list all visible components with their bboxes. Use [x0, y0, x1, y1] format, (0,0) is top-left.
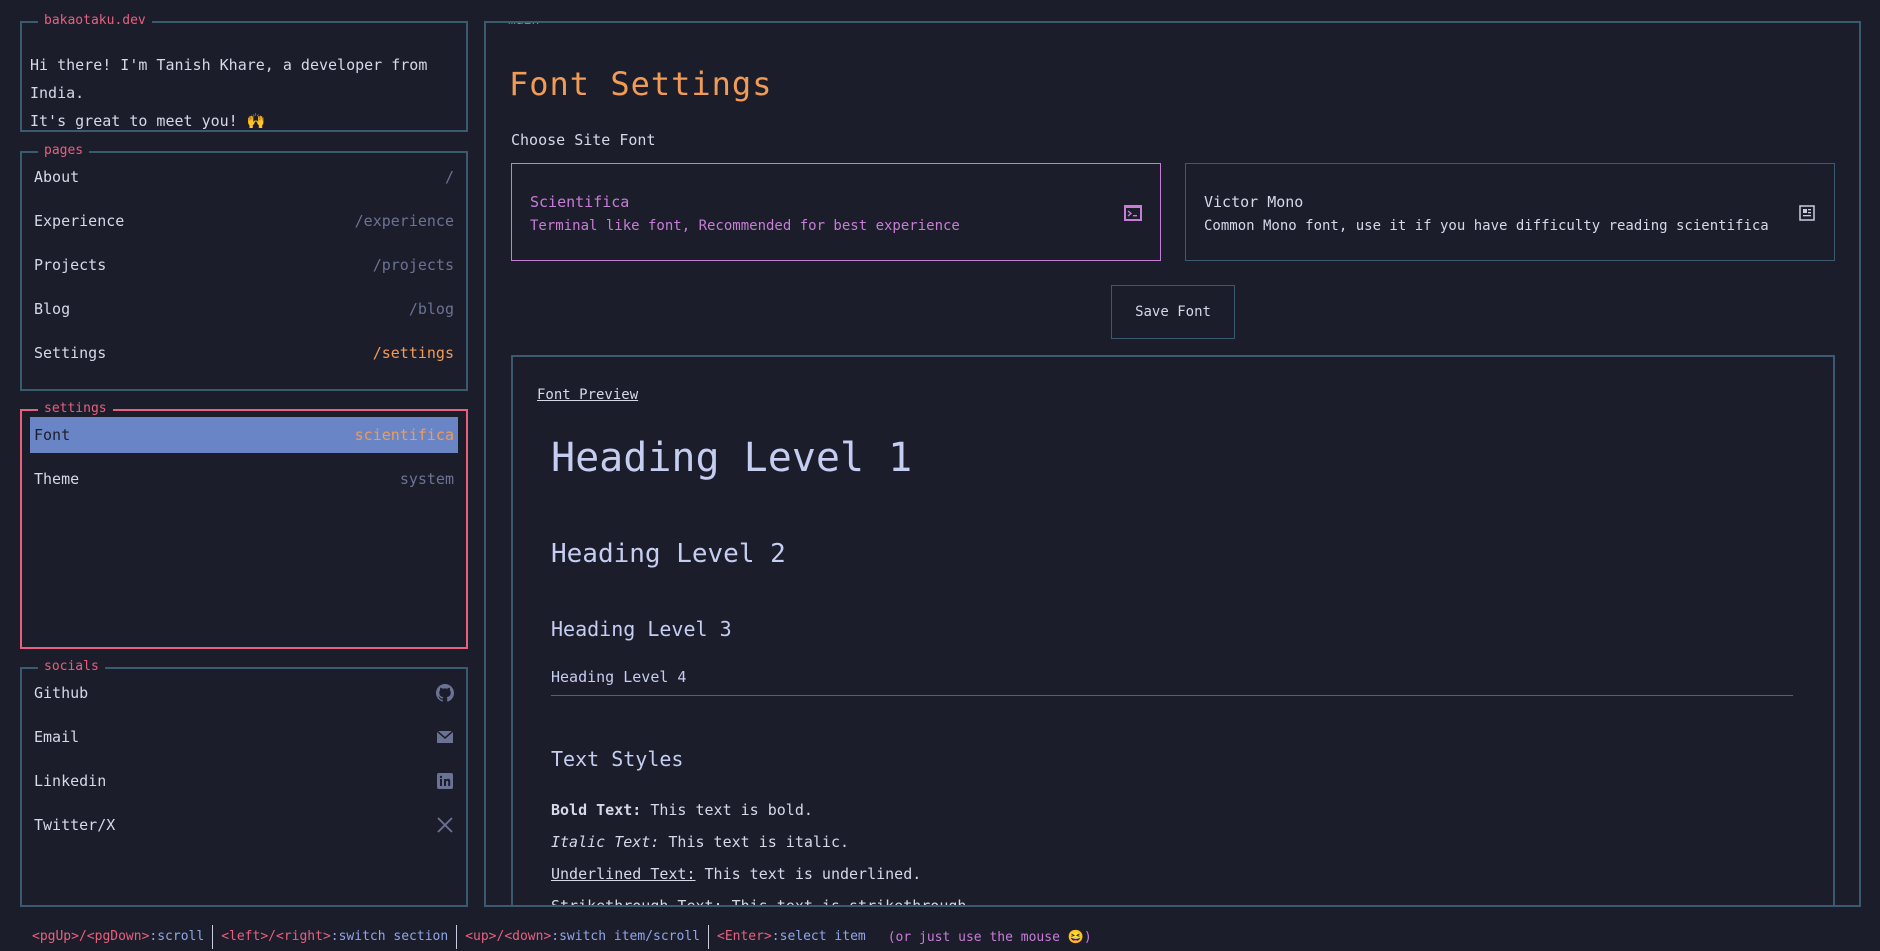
hint-desc: :select item — [771, 929, 866, 944]
socials-panel-title: socials — [38, 659, 105, 675]
settings-panel-title: settings — [38, 401, 113, 417]
mouse-hint-note: (or just use the mouse 😆) — [887, 929, 1092, 945]
font-option-scientifica[interactable]: Scientifica Terminal like font, Recommen… — [511, 163, 1161, 261]
page-item-experience[interactable]: Experience /experience — [30, 203, 458, 239]
preview-italic-value: This text is italic. — [659, 833, 850, 851]
linkedin-icon — [436, 772, 454, 790]
main-panel-title: main — [502, 23, 546, 29]
github-icon — [436, 684, 454, 702]
setting-item-label: Font — [34, 426, 71, 444]
page-item-path: / — [444, 168, 454, 186]
hint-scroll: <pgUp>/<pgDown>:scroll — [24, 925, 214, 949]
setting-item-value: scientifica — [354, 426, 454, 444]
social-item-email[interactable]: Email — [30, 719, 458, 755]
social-item-label: Linkedin — [34, 772, 107, 790]
page-item-path: /projects — [372, 256, 454, 274]
preview-italic-key: Italic Text: — [551, 833, 660, 851]
hint-desc: :switch section — [330, 929, 449, 944]
intro-panel: bakaotaku.dev Hi there! I'm Tanish Khare… — [20, 13, 468, 135]
terminal-icon — [1124, 204, 1142, 222]
preview-heading-1: Heading Level 1 — [551, 435, 913, 481]
font-option-desc: Common Mono font, use it if you have dif… — [1204, 218, 1769, 234]
page-item-path: /experience — [354, 212, 454, 230]
page-item-label: About — [34, 168, 80, 186]
choose-font-label: Choose Site Font — [511, 131, 656, 149]
preview-bold-line: Bold Text: This text is bold. — [551, 801, 813, 819]
hint-desc: :scroll — [149, 929, 205, 944]
socials-panel: socials Github Email Linkedin Twitter/X — [20, 659, 468, 907]
preview-text-styles-heading: Text Styles — [551, 747, 684, 771]
setting-item-theme[interactable]: Theme system — [30, 461, 458, 497]
preview-divider — [551, 695, 1793, 696]
preview-italic-line: Italic Text: This text is italic. — [551, 833, 849, 851]
social-item-label: Email — [34, 728, 80, 746]
settings-panel: settings Font scientifica Theme system — [20, 401, 468, 649]
preview-bold-value: This text is bold. — [641, 801, 813, 819]
font-option-name: Victor Mono — [1204, 193, 1304, 211]
social-item-label: Twitter/X — [34, 816, 116, 834]
page-item-path: /blog — [408, 300, 454, 318]
page-item-label: Blog — [34, 300, 71, 318]
setting-item-label: Theme — [34, 470, 80, 488]
page-item-settings[interactable]: Settings /settings — [30, 335, 458, 371]
hint-key: <left>/<right> — [221, 929, 331, 944]
preview-underline-key: Underlined Text: — [551, 865, 696, 883]
document-icon — [1798, 204, 1816, 222]
font-option-desc: Terminal like font, Recommended for best… — [530, 218, 960, 234]
hint-key: <pgUp>/<pgDown> — [32, 929, 150, 944]
intro-line-1: Hi there! I'm Tanish Khare, a developer … — [30, 56, 428, 102]
preview-bold-key: Bold Text: — [551, 801, 642, 819]
setting-item-font[interactable]: Font scientifica — [30, 417, 458, 453]
preview-heading-3: Heading Level 3 — [551, 617, 732, 641]
font-preview-panel: Font Preview Heading Level 1 Heading Lev… — [511, 355, 1835, 907]
main-panel: main Font Settings Choose Site Font Scie… — [484, 21, 1861, 907]
social-item-twitter[interactable]: Twitter/X — [30, 807, 458, 843]
page-item-label: Projects — [34, 256, 107, 274]
preview-strike-key: Strikethrough Text: — [551, 897, 723, 907]
preview-underline-value: This text is underlined. — [695, 865, 922, 883]
preview-heading-4: Heading Level 4 — [551, 668, 687, 686]
hint-switch-item: <up>/<down>:switch item/scroll — [457, 925, 709, 949]
setting-item-value: system — [399, 470, 454, 488]
social-item-linkedin[interactable]: Linkedin — [30, 763, 458, 799]
social-item-label: Github — [34, 684, 89, 702]
page-item-blog[interactable]: Blog /blog — [30, 291, 458, 327]
preview-heading-2: Heading Level 2 — [551, 539, 786, 569]
page-item-path: /settings — [372, 344, 454, 362]
page-item-projects[interactable]: Projects /projects — [30, 247, 458, 283]
hint-key: <Enter> — [717, 929, 772, 944]
page-title: Font Settings — [509, 65, 773, 103]
hint-switch-section: <left>/<right>:switch section — [213, 925, 458, 949]
email-icon — [436, 728, 454, 746]
page-item-about[interactable]: About / — [30, 159, 458, 195]
pages-panel: pages About / Experience /experience Pro… — [20, 143, 468, 391]
font-option-victor-mono[interactable]: Victor Mono Common Mono font, use it if … — [1185, 163, 1835, 261]
intro-panel-title: bakaotaku.dev — [38, 13, 152, 29]
pages-panel-title: pages — [38, 143, 90, 159]
preview-strike-value: This text is strikethrough. — [722, 897, 976, 907]
intro-line-2: It's great to meet you! 🙌 — [30, 112, 266, 130]
save-font-button[interactable]: Save Font — [1111, 285, 1235, 339]
hint-key: <up>/<down> — [465, 929, 552, 944]
preview-strike-line: Strikethrough Text: This text is striket… — [551, 897, 976, 907]
hint-desc: :switch item/scroll — [551, 929, 700, 944]
x-icon — [436, 816, 454, 834]
social-item-github[interactable]: Github — [30, 675, 458, 711]
page-item-label: Experience — [34, 212, 125, 230]
preview-underline-line: Underlined Text: This text is underlined… — [551, 865, 921, 883]
page-item-label: Settings — [34, 344, 107, 362]
intro-text: Hi there! I'm Tanish Khare, a developer … — [22, 23, 466, 135]
keybinding-hints: <pgUp>/<pgDown>:scroll <left>/<right>:sw… — [24, 925, 1092, 949]
hint-select-item: <Enter>:select item — [709, 925, 874, 949]
font-option-name: Scientifica — [530, 193, 630, 211]
font-preview-label: Font Preview — [537, 387, 639, 403]
